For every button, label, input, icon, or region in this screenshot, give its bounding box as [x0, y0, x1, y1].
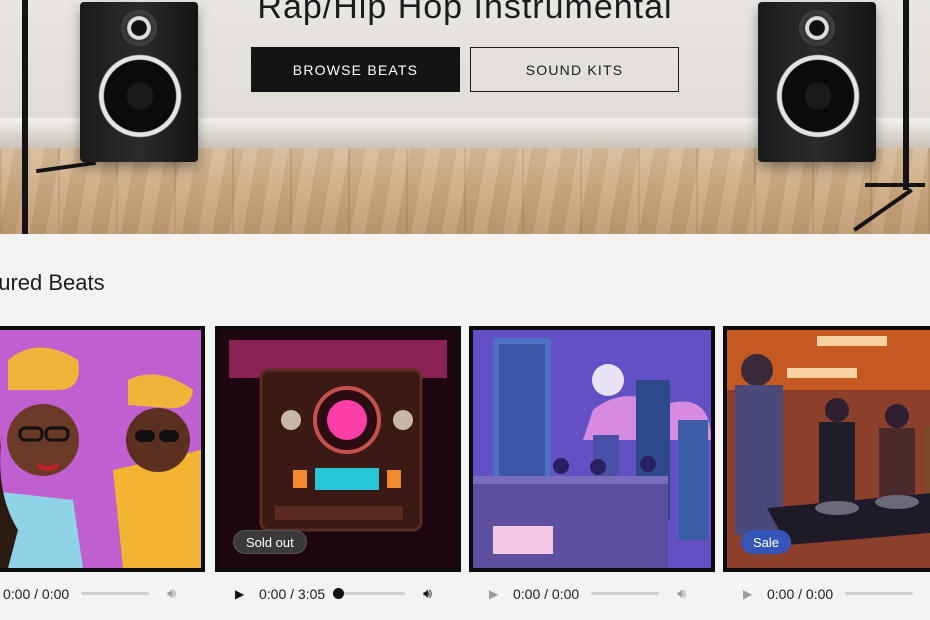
hero-banner: Rap/Hip Hop Instrumental BROWSE BEATS SO… [0, 0, 930, 234]
featured-beats-heading: ıtured Beats [0, 270, 105, 295]
sale-badge: Sale [741, 530, 792, 554]
audio-time: 0:00 / 0:00 [767, 585, 834, 602]
beat-artwork[interactable]: Sale [723, 326, 930, 572]
audio-progress-bar[interactable] [845, 592, 914, 595]
speaker-right-woofer [776, 54, 860, 138]
speaker-left-woofer [98, 54, 182, 138]
audio-progress-bar[interactable] [81, 592, 150, 595]
audio-time: 0:00 / 0:00 [513, 585, 580, 602]
speaker-stand-right [903, 0, 909, 190]
beat-card[interactable]: ▶ 0:00 / 0:00 🔊︎ [0, 326, 205, 613]
artwork-illustration [473, 330, 711, 568]
volume-icon[interactable]: 🔊︎ [423, 585, 432, 602]
audio-time: 0:00 / 3:05 [259, 585, 326, 602]
audio-player[interactable]: ▶ 0:00 / 3:05 🔊︎ [215, 576, 461, 611]
audio-player[interactable]: ▶ 0:00 / 0:00 🔊︎ [0, 576, 205, 611]
hero-title: Rap/Hip Hop Instrumental [257, 0, 673, 26]
beat-artwork[interactable] [0, 326, 205, 572]
play-icon[interactable]: ▶ [489, 587, 503, 601]
audio-time: 0:00 / 0:00 [3, 585, 70, 602]
beat-artwork[interactable]: Sold out [215, 326, 461, 572]
beat-card[interactable]: ▶ 0:00 / 0:00 🔊︎ [469, 326, 715, 613]
sound-kits-button[interactable]: SOUND KITS [470, 47, 679, 92]
beat-card[interactable]: Sale ▶ 0:00 / 0:00 🔊︎ [723, 326, 930, 613]
audio-progress-bar[interactable] [333, 588, 406, 599]
volume-icon[interactable]: 🔊︎ [677, 585, 686, 602]
play-icon[interactable]: ▶ [743, 587, 757, 601]
audio-player[interactable]: ▶ 0:00 / 0:00 🔊︎ [723, 576, 930, 611]
speaker-stand-right-leg-b [865, 183, 925, 187]
artwork-illustration [0, 330, 201, 568]
sold-out-badge: Sold out [233, 530, 307, 554]
beat-card[interactable]: Sold out ▶ 0:00 / 3:05 🔊︎ [215, 326, 461, 613]
volume-icon[interactable]: 🔊︎ [167, 585, 176, 602]
speaker-stand-left [22, 0, 28, 234]
browse-beats-button[interactable]: BROWSE BEATS [251, 47, 460, 92]
audio-progress-knob[interactable] [333, 588, 345, 599]
audio-player[interactable]: ▶ 0:00 / 0:00 🔊︎ [469, 576, 715, 611]
audio-progress-bar[interactable] [591, 592, 660, 595]
beat-artwork[interactable] [469, 326, 715, 572]
play-icon[interactable]: ▶ [235, 587, 249, 601]
